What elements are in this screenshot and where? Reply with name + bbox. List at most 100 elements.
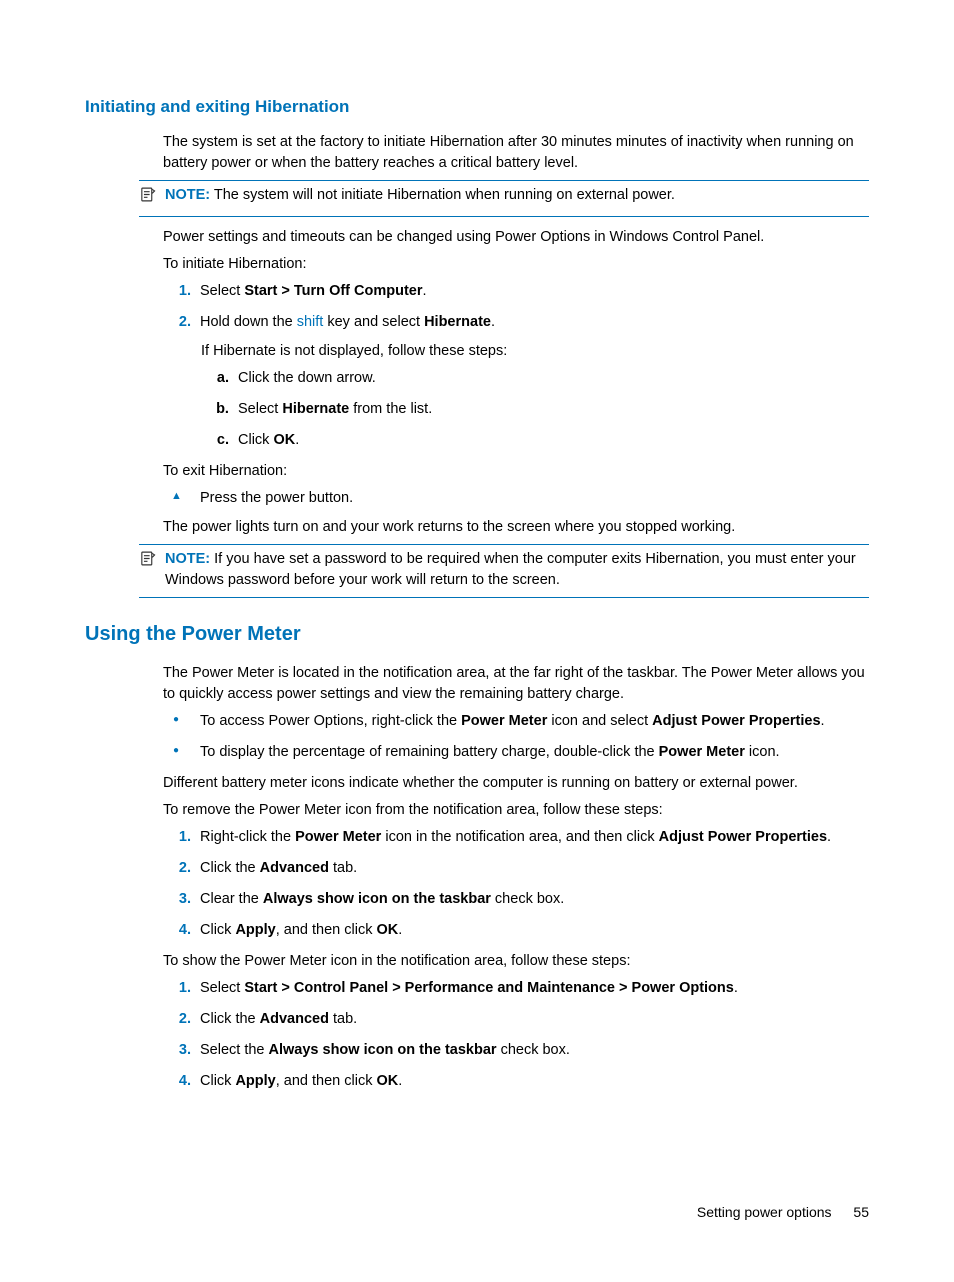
text: Clear the bbox=[200, 891, 263, 907]
note-box: NOTE: If you have set a password to be r… bbox=[139, 544, 869, 598]
bold-text: Hibernate bbox=[424, 314, 491, 330]
page-container: Initiating and exiting Hibernation The s… bbox=[0, 0, 954, 1282]
text: Click the bbox=[200, 860, 260, 876]
text: . bbox=[734, 980, 738, 996]
bullet-list: To access Power Options, right-click the… bbox=[163, 711, 869, 763]
bold-text: Adjust Power Properties bbox=[659, 829, 827, 845]
text: . bbox=[423, 283, 427, 299]
list-item: Press the power button. bbox=[195, 488, 869, 509]
list-item: Click the Advanced tab. bbox=[195, 1009, 869, 1030]
page-footer: Setting power options 55 bbox=[85, 1202, 869, 1222]
note-icon bbox=[139, 549, 157, 591]
footer-section: Setting power options bbox=[697, 1204, 832, 1220]
text: Click the bbox=[200, 1011, 260, 1027]
bold-text: Start > Control Panel > Performance and … bbox=[244, 980, 734, 996]
text: , and then click bbox=[276, 922, 377, 938]
text: To access Power Options, right-click the bbox=[200, 713, 461, 729]
triangle-list: Press the power button. bbox=[163, 488, 869, 509]
bold-text: Advanced bbox=[260, 1011, 329, 1027]
note-icon bbox=[139, 185, 157, 210]
text: Select bbox=[238, 401, 282, 417]
list-item: Clear the Always show icon on the taskba… bbox=[195, 889, 869, 910]
text: . bbox=[491, 314, 495, 330]
bold-text: Always show icon on the taskbar bbox=[269, 1042, 497, 1058]
text: icon. bbox=[745, 744, 780, 760]
note-text: If you have set a password to be require… bbox=[165, 551, 856, 588]
note-body: NOTE: The system will not initiate Hiber… bbox=[165, 185, 869, 210]
ordered-list: Select Start > Control Panel > Performan… bbox=[163, 978, 869, 1092]
list-item: Click the Advanced tab. bbox=[195, 858, 869, 879]
text: . bbox=[827, 829, 831, 845]
note-label: NOTE: bbox=[165, 187, 210, 203]
list-item: Hold down the shift key and select Hiber… bbox=[195, 312, 869, 333]
text: tab. bbox=[329, 860, 357, 876]
para: To exit Hibernation: bbox=[163, 461, 869, 482]
text: Click bbox=[200, 922, 235, 938]
bold-text: Advanced bbox=[260, 860, 329, 876]
list-item: Click OK. bbox=[233, 430, 869, 451]
text: To display the percentage of remaining b… bbox=[200, 744, 659, 760]
text: . bbox=[295, 432, 299, 448]
para: If Hibernate is not displayed, follow th… bbox=[201, 341, 869, 362]
bold-text: OK bbox=[376, 1073, 398, 1089]
text: check box. bbox=[497, 1042, 570, 1058]
text: Select bbox=[200, 283, 244, 299]
para: Power settings and timeouts can be chang… bbox=[163, 227, 869, 248]
heading-power-meter: Using the Power Meter bbox=[85, 620, 869, 649]
text: check box. bbox=[491, 891, 564, 907]
para: To show the Power Meter icon in the noti… bbox=[163, 951, 869, 972]
para: The power lights turn on and your work r… bbox=[163, 517, 869, 538]
alpha-list: Click the down arrow. Select Hibernate f… bbox=[201, 368, 869, 451]
bold-text: OK bbox=[273, 432, 295, 448]
list-item: Select the Always show icon on the taskb… bbox=[195, 1040, 869, 1061]
heading-hibernation: Initiating and exiting Hibernation bbox=[85, 95, 869, 120]
bold-text: Power Meter bbox=[461, 713, 547, 729]
text: Click bbox=[200, 1073, 235, 1089]
bold-text: Always show icon on the taskbar bbox=[263, 891, 491, 907]
note-text: The system will not initiate Hibernation… bbox=[214, 187, 675, 203]
text: Right-click the bbox=[200, 829, 295, 845]
bold-text: Apply bbox=[235, 922, 275, 938]
list-item: To access Power Options, right-click the… bbox=[195, 711, 869, 732]
note-label: NOTE: bbox=[165, 551, 210, 567]
text: from the list. bbox=[349, 401, 432, 417]
text: Hold down the bbox=[200, 314, 297, 330]
list-item: Select Start > Control Panel > Performan… bbox=[195, 978, 869, 999]
bold-text: Adjust Power Properties bbox=[652, 713, 820, 729]
text: key and select bbox=[323, 314, 424, 330]
list-item: Select Hibernate from the list. bbox=[233, 399, 869, 420]
bold-text: Apply bbox=[235, 1073, 275, 1089]
list-item: Select Start > Turn Off Computer. bbox=[195, 281, 869, 302]
list-item: Click the down arrow. bbox=[233, 368, 869, 389]
bold-text: Power Meter bbox=[295, 829, 381, 845]
para: The Power Meter is located in the notifi… bbox=[163, 663, 869, 705]
bold-text: OK bbox=[376, 922, 398, 938]
para: To initiate Hibernation: bbox=[163, 254, 869, 275]
para: The system is set at the factory to init… bbox=[163, 132, 869, 174]
text: icon in the notification area, and then … bbox=[381, 829, 658, 845]
list-item: Click Apply, and then click OK. bbox=[195, 920, 869, 941]
text: . bbox=[398, 922, 402, 938]
text: icon and select bbox=[547, 713, 652, 729]
page-number: 55 bbox=[853, 1204, 869, 1220]
note-body: NOTE: If you have set a password to be r… bbox=[165, 549, 869, 591]
link-text: shift bbox=[297, 314, 324, 330]
list-item: To display the percentage of remaining b… bbox=[195, 742, 869, 763]
text: Select bbox=[200, 980, 244, 996]
bold-text: Start > Turn Off Computer bbox=[244, 283, 422, 299]
text: Click bbox=[238, 432, 273, 448]
ordered-list: Right-click the Power Meter icon in the … bbox=[163, 827, 869, 941]
list-item: Right-click the Power Meter icon in the … bbox=[195, 827, 869, 848]
text: . bbox=[398, 1073, 402, 1089]
text: Select the bbox=[200, 1042, 269, 1058]
list-item: Click Apply, and then click OK. bbox=[195, 1071, 869, 1092]
text: . bbox=[821, 713, 825, 729]
bold-text: Power Meter bbox=[659, 744, 745, 760]
ordered-list: Select Start > Turn Off Computer. Hold d… bbox=[163, 281, 869, 333]
note-box: NOTE: The system will not initiate Hiber… bbox=[139, 180, 869, 217]
bold-text: Hibernate bbox=[282, 401, 349, 417]
para: To remove the Power Meter icon from the … bbox=[163, 800, 869, 821]
text: , and then click bbox=[276, 1073, 377, 1089]
para: Different battery meter icons indicate w… bbox=[163, 773, 869, 794]
text: tab. bbox=[329, 1011, 357, 1027]
